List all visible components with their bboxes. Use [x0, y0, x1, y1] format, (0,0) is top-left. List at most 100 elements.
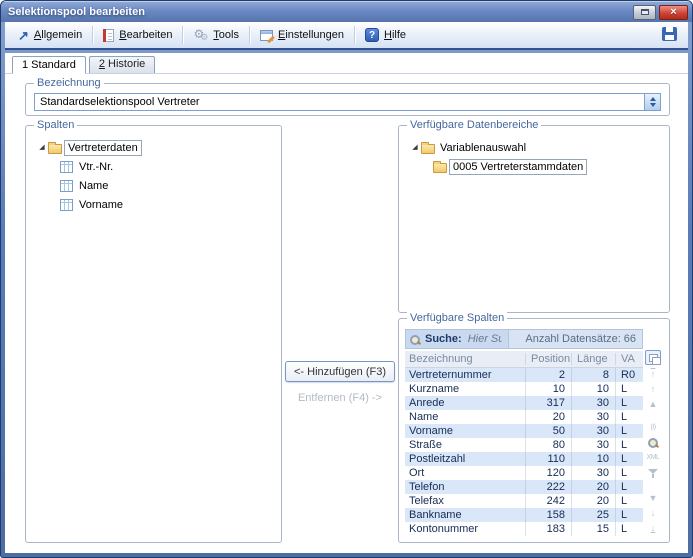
cell-laenge: 15 [571, 522, 615, 536]
close-button[interactable]: × [659, 5, 688, 20]
bezeichnung-group: Bezeichnung Standardselektionspool Vertr… [25, 83, 670, 116]
toolbar-item-tools[interactable]: ⚙⚙ Tools [185, 25, 247, 45]
tree-node-name[interactable]: Name [36, 176, 273, 195]
cell-position: 120 [525, 466, 571, 480]
cell-laenge: 30 [571, 424, 615, 438]
cell-va: L [615, 452, 643, 466]
cell-bezeichnung: Name [405, 410, 525, 424]
copy-grid-button[interactable] [645, 350, 661, 365]
cell-position: 2 [525, 368, 571, 382]
header-position[interactable]: Position [525, 353, 571, 365]
scroll-to-bottom-icon: ↓ [645, 521, 661, 536]
cell-bezeichnung: Straße [405, 438, 525, 452]
tree-node-label: Variablenauswahl [437, 142, 529, 154]
table-row[interactable]: Anrede31730L [405, 396, 643, 410]
tab-content: Bezeichnung Standardselektionspool Vertr… [5, 74, 688, 553]
restore-button[interactable] [633, 5, 656, 20]
toolbar-item-allgemein[interactable]: ↗ Allgemein [10, 26, 90, 45]
table-row[interactable]: Name2030L [405, 410, 643, 424]
cell-bezeichnung: Ort [405, 466, 525, 480]
cell-position: 222 [525, 480, 571, 494]
add-button[interactable]: <- Hinzufügen (F3) [285, 361, 395, 382]
restore-icon [641, 9, 649, 15]
cell-va: L [615, 480, 643, 494]
move-down-icon: ↓ [645, 506, 661, 521]
header-laenge[interactable]: Länge [571, 353, 615, 365]
tree-node-vtr-nr[interactable]: Vtr.-Nr. [36, 157, 273, 176]
expander-icon[interactable]: ◢ [409, 144, 421, 151]
toolbar-item-einstellungen[interactable]: Einstellungen [252, 26, 352, 44]
cell-bezeichnung: Postleitzahl [405, 452, 525, 466]
bezeichnung-combobox[interactable]: Standardselektionspool Vertreter [34, 93, 661, 111]
funnel-glyph [647, 467, 659, 479]
table-row[interactable]: Telefon22220L [405, 480, 643, 494]
remove-button-disabled: Entfernen (F4) -> [298, 392, 382, 404]
table-row[interactable]: Telefax24220L [405, 494, 643, 508]
cell-va: L [615, 438, 643, 452]
table-row[interactable]: Vorname5030L [405, 424, 643, 438]
move-up-icon: ↑ [645, 382, 661, 397]
cell-position: 242 [525, 494, 571, 508]
cell-laenge: 30 [571, 396, 615, 410]
toolbar-separator [249, 26, 250, 44]
tree-node-vertreterdaten[interactable]: ◢ Vertreterdaten [36, 138, 273, 157]
table-row[interactable]: Postleitzahl11010L [405, 452, 643, 466]
expander-icon[interactable]: ◢ [36, 144, 48, 151]
cell-laenge: 25 [571, 508, 615, 522]
page-up-icon: ▲ [645, 397, 661, 412]
cell-laenge: 20 [571, 480, 615, 494]
cell-bezeichnung: Vertreternummer [405, 368, 525, 382]
right-column: Verfügbare Datenbereiche ◢ Variablenausw… [398, 125, 670, 543]
table-row[interactable]: Kurzname1010L [405, 382, 643, 396]
toolbar: ↗ Allgemein Bearbeiten ⚙⚙ Tools Einstell… [5, 22, 688, 50]
transfer-column: <- Hinzufügen (F3) Entfernen (F4) -> [282, 125, 398, 543]
zoom-search-icon [645, 435, 661, 450]
brackets-icon: (I) [645, 420, 661, 435]
cell-laenge: 8 [571, 368, 615, 382]
table-row[interactable]: Straße8030L [405, 438, 643, 452]
record-count-value: 66 [624, 333, 636, 345]
record-count-label: Anzahl Datensätze: [525, 333, 620, 345]
spalten-tree: ◢ Vertreterdaten Vtr.-Nr. [36, 138, 273, 214]
search-field-area[interactable]: Suche: [406, 332, 508, 346]
tree-node-vertreterstammdaten[interactable]: 0005 Vertreterstammdaten [409, 157, 661, 176]
page-down-icon: ▼ [645, 491, 661, 506]
save-floppy-icon [662, 27, 677, 41]
cell-laenge: 30 [571, 438, 615, 452]
title-bar: Selektionspool bearbeiten × [1, 1, 692, 22]
tree-node-vorname[interactable]: Vorname [36, 195, 273, 214]
cell-position: 50 [525, 424, 571, 438]
combobox-spinner[interactable] [644, 94, 660, 110]
column-icon [60, 180, 73, 192]
bezeichnung-group-label: Bezeichnung [34, 77, 104, 89]
toolbar-label: Tools [213, 29, 239, 41]
toolbar-item-hilfe[interactable]: ? Hilfe [357, 25, 414, 45]
toolbar-separator [354, 26, 355, 44]
save-button[interactable] [656, 24, 683, 47]
tab-historie[interactable]: 2 Historie [89, 56, 155, 73]
cell-va: R0 [615, 368, 643, 382]
tree-node-variablenauswahl[interactable]: ◢ Variablenauswahl [409, 138, 661, 157]
client-area: 1 Standard 2 Historie Bezeichnung Standa… [5, 53, 688, 553]
cell-va: L [615, 396, 643, 410]
tab-standard[interactable]: 1 Standard [12, 56, 86, 74]
table-row[interactable]: Ort12030L [405, 466, 643, 480]
record-count: Anzahl Datensätze: 66 [508, 330, 642, 348]
table-row[interactable]: Vertreternummer28R0 [405, 368, 643, 382]
cell-bezeichnung: Vorname [405, 424, 525, 438]
header-va[interactable]: VA [615, 353, 643, 365]
cell-va: L [615, 522, 643, 536]
table-row[interactable]: Bankname15825L [405, 508, 643, 522]
tree-node-label: Vorname [76, 199, 126, 211]
verfuegbare-spalten-group: Verfügbare Spalten Suche: [398, 318, 670, 543]
search-input[interactable] [466, 332, 504, 346]
header-bezeichnung[interactable]: Bezeichnung [405, 353, 525, 365]
toolbar-item-bearbeiten[interactable]: Bearbeiten [95, 26, 180, 45]
spalten-group: Spalten ◢ Vertreterdaten Vtr.-Nr. [25, 125, 282, 543]
cell-va: L [615, 382, 643, 396]
allgemein-arrow-icon: ↗ [18, 29, 29, 42]
cell-va: L [615, 494, 643, 508]
tree-node-label: Vertreterdaten [64, 140, 142, 156]
filter-icon [645, 465, 661, 480]
table-row[interactable]: Kontonummer18315L [405, 522, 643, 536]
